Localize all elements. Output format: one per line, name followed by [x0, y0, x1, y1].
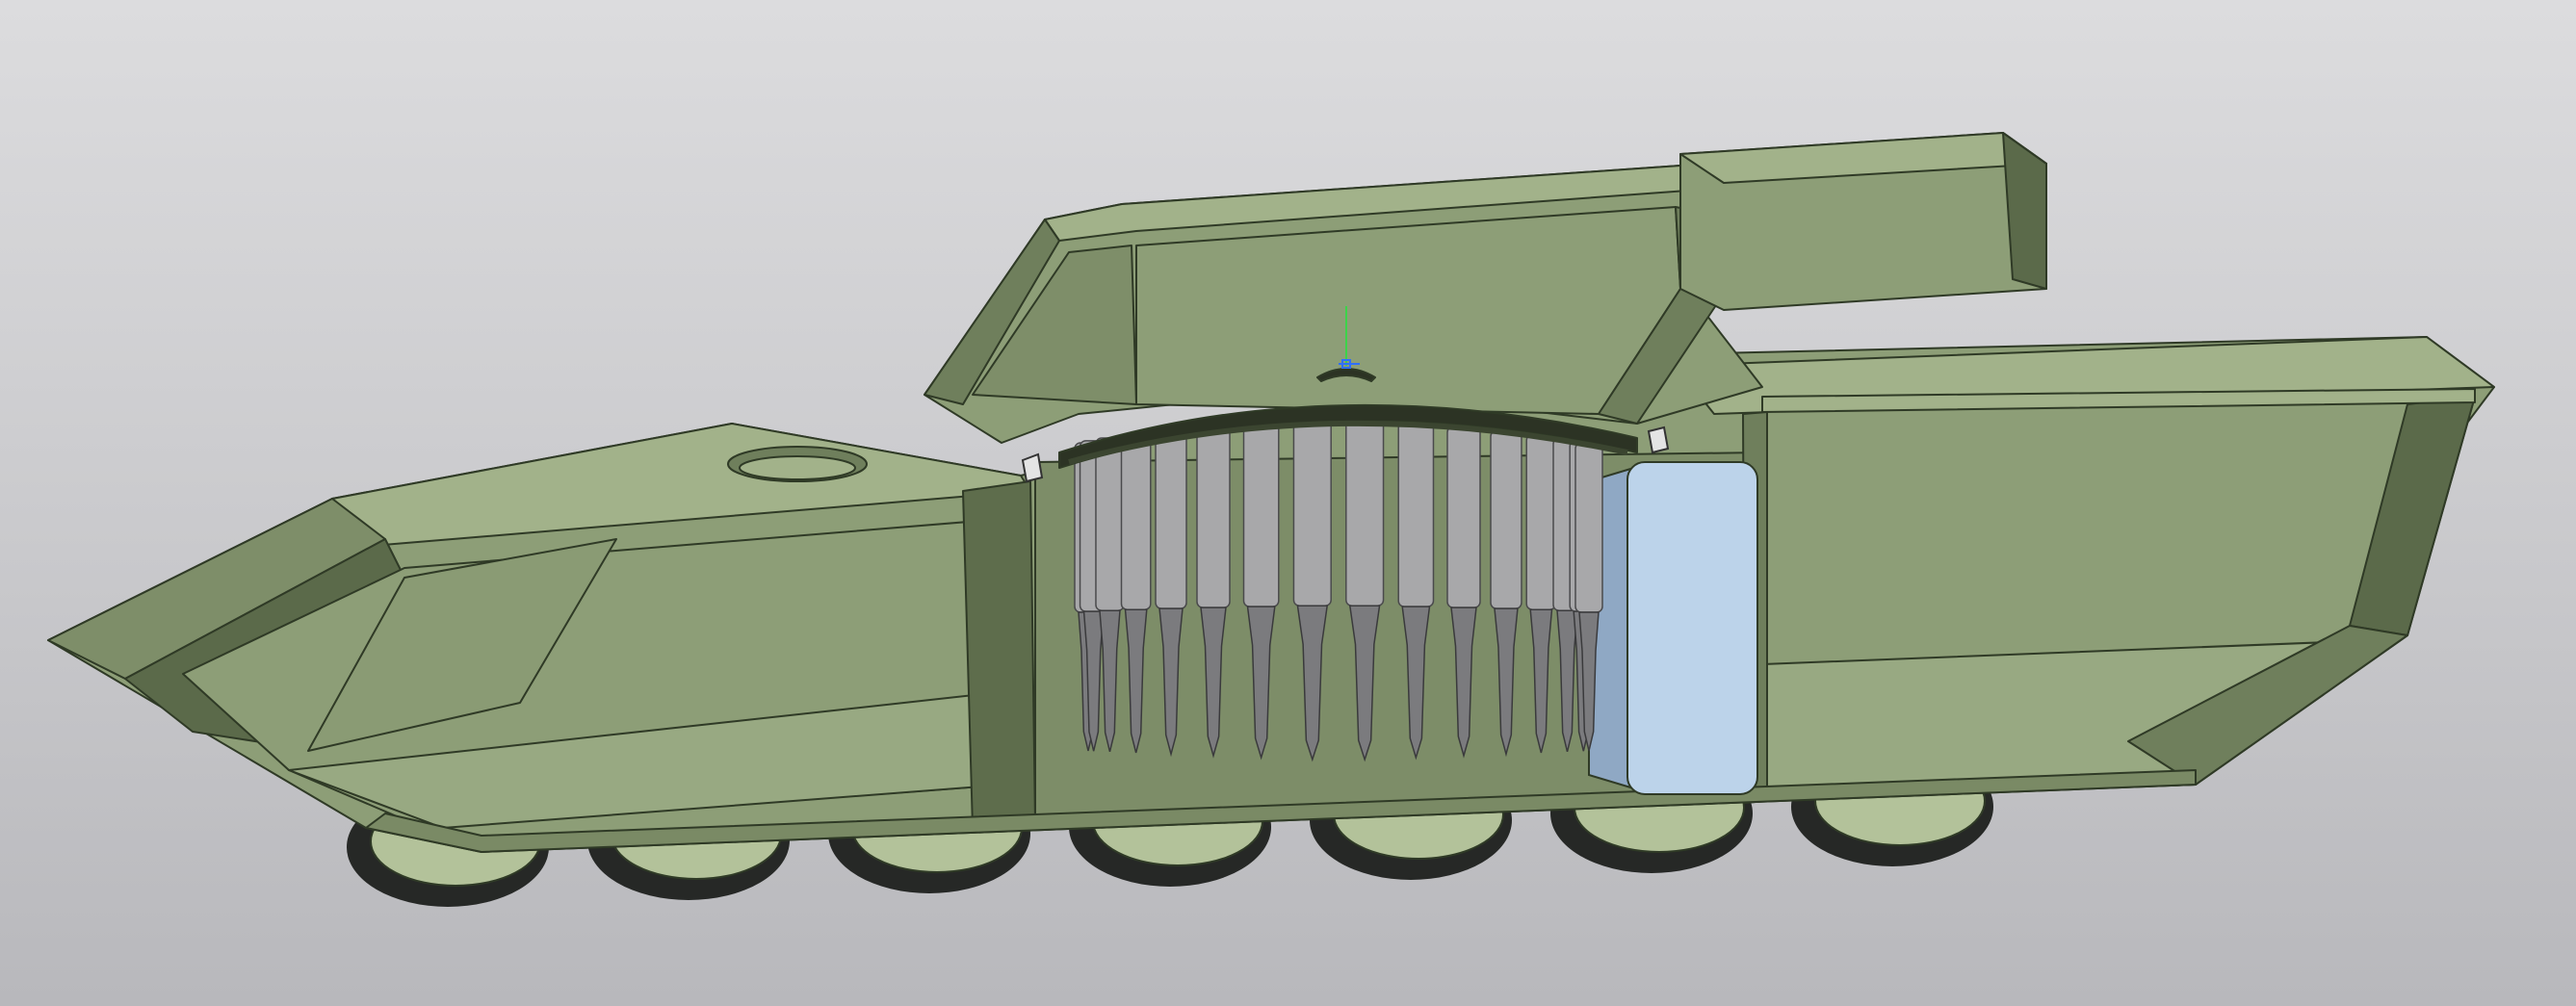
fuel-tank-front — [1626, 461, 1758, 795]
cad-viewport[interactable] — [0, 0, 2576, 1006]
shell-casing — [1490, 429, 1522, 609]
shell-casing — [1095, 437, 1125, 611]
tank-cutaway-model[interactable] — [0, 0, 2576, 1006]
shell-casing — [1242, 421, 1280, 607]
driver-hatch-inner — [739, 455, 856, 480]
shell-casing — [1345, 417, 1385, 607]
shell-casing — [1525, 433, 1557, 610]
front-bulkhead — [962, 480, 1036, 829]
shell-casing — [1155, 429, 1187, 609]
latch-left — [1021, 452, 1044, 483]
fuel-tank — [1588, 461, 1758, 795]
shell-casing — [1196, 426, 1231, 608]
shell-casing — [1292, 417, 1332, 607]
shell-casing — [1446, 426, 1481, 608]
shell-casing — [1120, 433, 1152, 610]
shell-casing — [1397, 421, 1435, 607]
latch-right — [1647, 426, 1670, 454]
shell-casing — [1574, 442, 1603, 613]
